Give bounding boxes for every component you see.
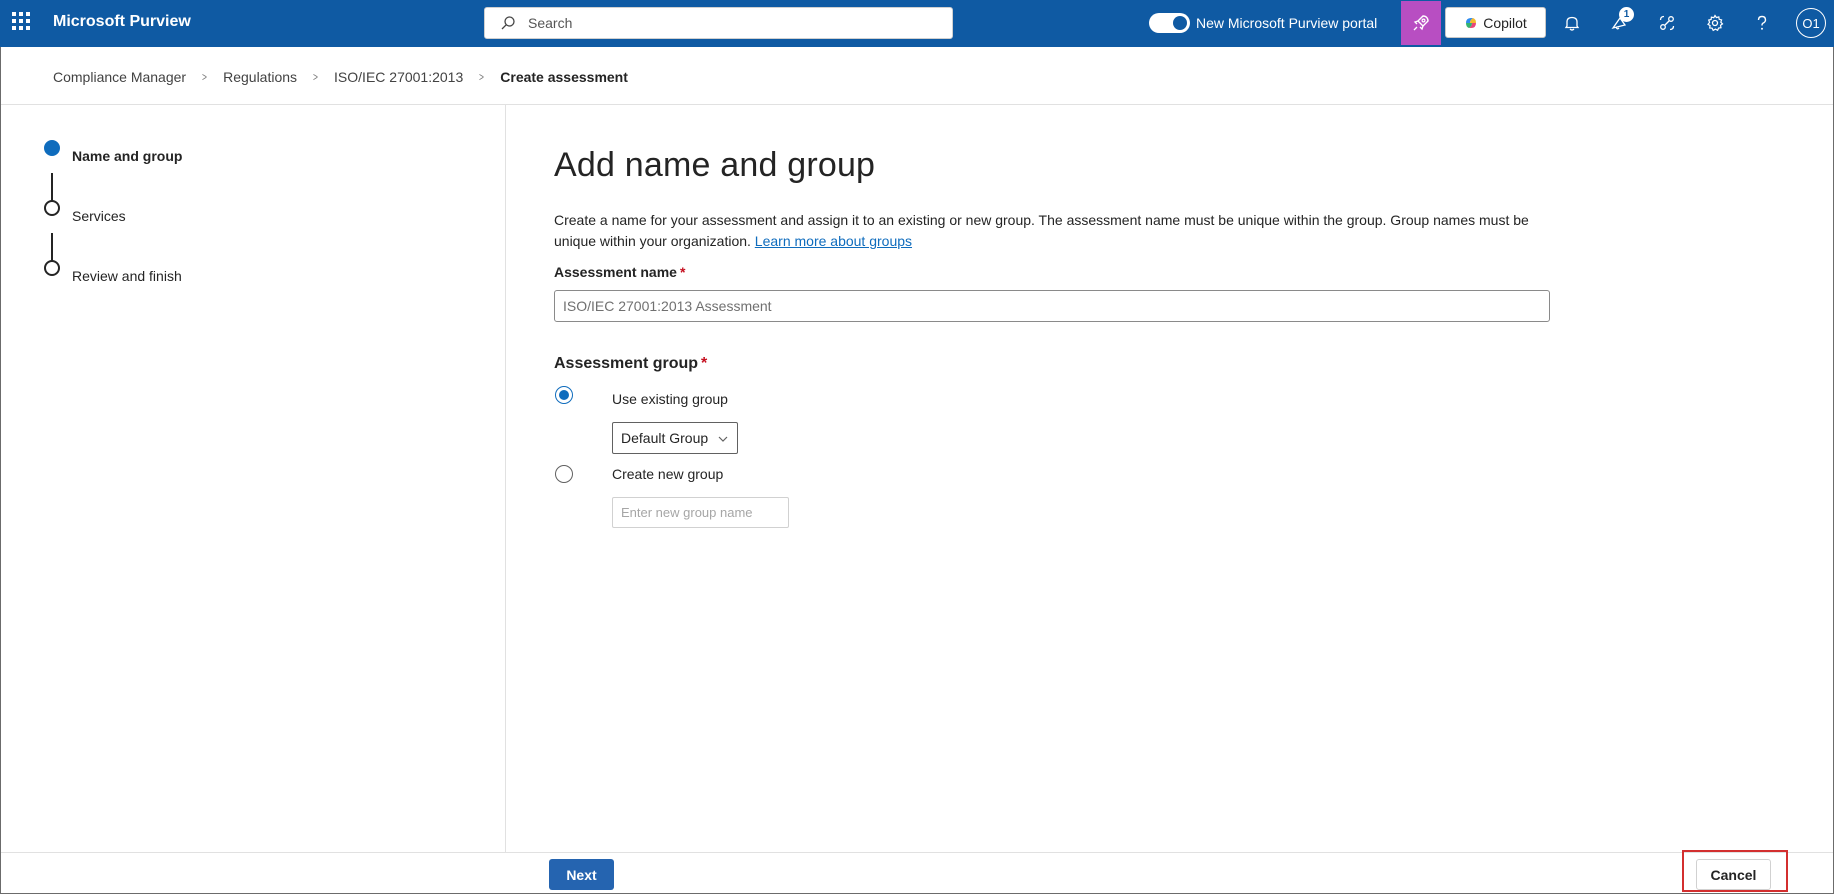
use-existing-group-label[interactable]: Use existing group xyxy=(612,391,728,407)
breadcrumb-compliance-manager[interactable]: Compliance Manager xyxy=(53,69,186,85)
copilot-icon xyxy=(1466,17,1477,28)
chevron-right-icon: > xyxy=(479,70,485,84)
create-new-group-label[interactable]: Create new group xyxy=(612,466,723,482)
chevron-right-icon: > xyxy=(313,70,318,84)
step-current-icon xyxy=(44,140,60,156)
connections-icon[interactable] xyxy=(1656,12,1678,34)
breadcrumb: Compliance Manager > Regulations > ISO/I… xyxy=(53,67,628,87)
cancel-button[interactable]: Cancel xyxy=(1696,859,1771,890)
top-bar: Microsoft Purview New Microsoft Purview … xyxy=(0,0,1834,47)
assessment-name-input[interactable] xyxy=(554,290,1550,322)
page-title: Add name and group xyxy=(554,146,876,184)
breadcrumb-current: Create assessment xyxy=(500,69,628,85)
learn-more-link[interactable]: Learn more about groups xyxy=(755,233,912,249)
assessment-group-label-text: Assessment group xyxy=(554,355,699,372)
copilot-button[interactable]: Copilot xyxy=(1445,7,1546,38)
step-label: Services xyxy=(72,208,126,224)
notifications-icon[interactable] xyxy=(1561,12,1583,34)
settings-gear-icon[interactable] xyxy=(1704,12,1726,34)
step-label: Name and group xyxy=(72,148,183,164)
app-launcher-icon[interactable] xyxy=(12,12,30,30)
chevron-right-icon: > xyxy=(202,70,208,84)
step-pending-icon xyxy=(44,200,60,216)
required-marker: * xyxy=(701,355,708,372)
search-input[interactable] xyxy=(528,15,928,31)
step-label: Review and finish xyxy=(72,268,182,284)
footer-divider xyxy=(1,852,1833,853)
copilot-label: Copilot xyxy=(1483,14,1527,31)
chevron-down-icon xyxy=(718,436,728,442)
assessment-group-label: Assessment group * xyxy=(554,355,707,373)
new-portal-toggle[interactable] xyxy=(1149,13,1190,33)
brand-title: Microsoft Purview xyxy=(53,13,191,30)
use-existing-group-radio[interactable] xyxy=(555,386,573,404)
toggle-knob xyxy=(1173,16,1187,30)
step-pending-icon xyxy=(44,260,60,276)
rocket-icon xyxy=(1413,15,1429,31)
next-button[interactable]: Next xyxy=(549,859,614,890)
description-text: Create a name for your assessment and as… xyxy=(554,212,1529,249)
create-new-group-radio[interactable] xyxy=(555,465,573,483)
breadcrumb-regulation[interactable]: ISO/IEC 27001:2013 xyxy=(334,69,463,85)
page-description: Create a name for your assessment and as… xyxy=(554,210,1554,252)
existing-group-dropdown[interactable]: Default Group xyxy=(612,422,738,454)
breadcrumb-regulations[interactable]: Regulations xyxy=(223,69,297,85)
new-group-name-input[interactable] xyxy=(612,497,789,528)
assessment-name-label-text: Assessment name xyxy=(554,264,677,280)
required-marker: * xyxy=(679,264,686,280)
user-avatar[interactable]: O1 xyxy=(1796,8,1826,38)
search-icon xyxy=(501,16,515,30)
search-box[interactable] xyxy=(484,7,953,39)
notification-badge: 1 xyxy=(1619,7,1634,22)
help-icon[interactable] xyxy=(1751,12,1773,34)
existing-group-value: Default Group xyxy=(621,430,709,446)
assessment-name-label: Assessment name * xyxy=(554,264,685,280)
rocket-button[interactable] xyxy=(1401,1,1441,45)
new-portal-toggle-label: New Microsoft Purview portal xyxy=(1196,15,1378,31)
